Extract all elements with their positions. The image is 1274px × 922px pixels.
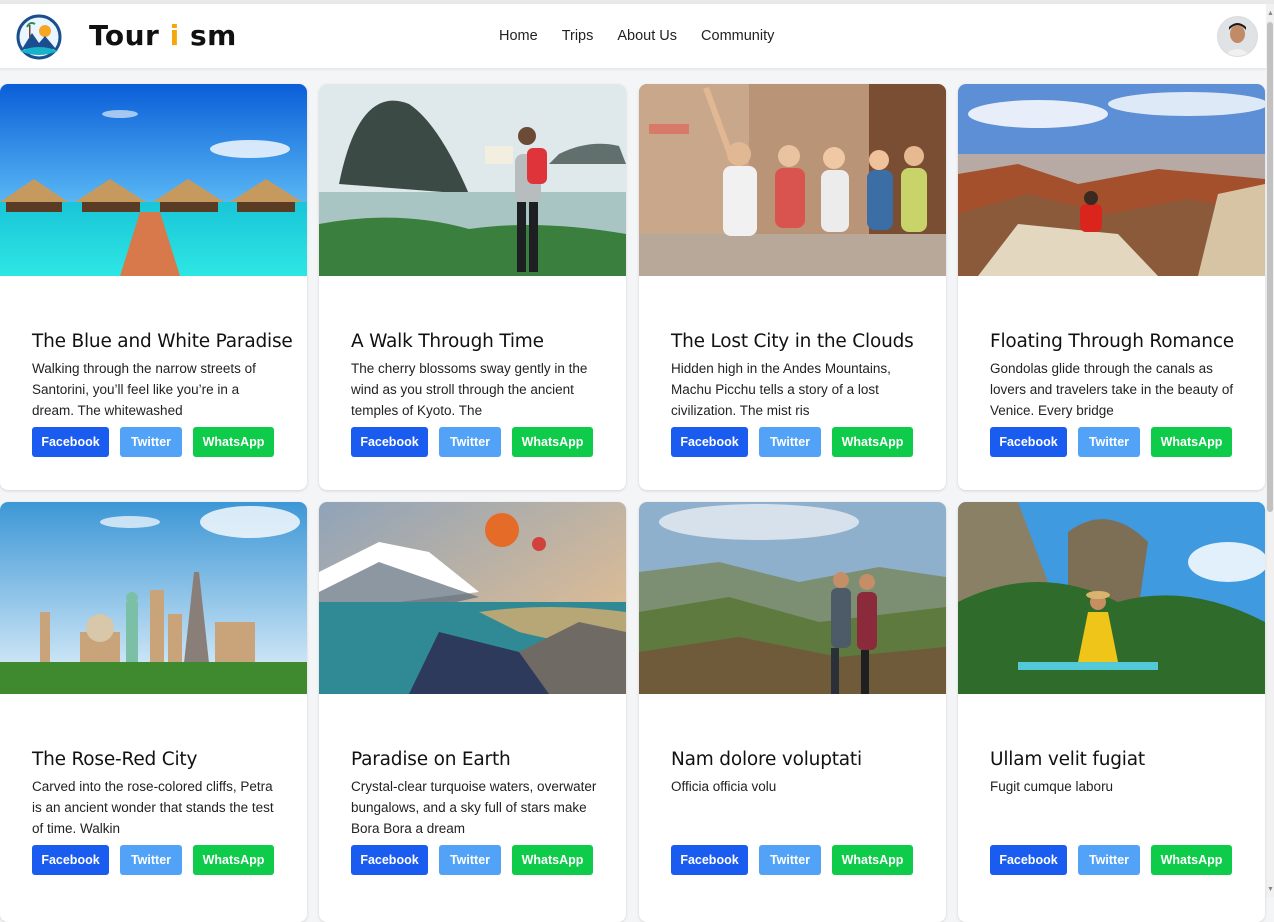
trip-card: The Lost City in the Clouds Hidden high …	[639, 84, 946, 490]
nav-about-us[interactable]: About Us	[617, 28, 677, 44]
brand-name-accent: i	[169, 19, 180, 52]
twitter-share-button[interactable]: Twitter	[439, 845, 501, 875]
twitter-share-button[interactable]: Twitter	[1078, 845, 1140, 875]
share-buttons: Facebook Twitter WhatsApp	[671, 427, 913, 457]
card-title: Nam dolore voluptati	[671, 748, 862, 770]
card-description: Officia officia volu	[671, 778, 777, 794]
whatsapp-share-button[interactable]: WhatsApp	[193, 845, 274, 875]
share-buttons: Facebook Twitter WhatsApp	[990, 845, 1232, 875]
trip-card: Floating Through Romance Gondolas glide …	[958, 84, 1265, 490]
card-title: Paradise on Earth	[351, 748, 511, 770]
nav-trips[interactable]: Trips	[562, 28, 594, 44]
twitter-share-button[interactable]: Twitter	[1078, 427, 1140, 457]
card-description: Gondolas glide through the canals as lov…	[990, 360, 1234, 418]
share-buttons: Facebook Twitter WhatsApp	[671, 845, 913, 875]
share-buttons: Facebook Twitter WhatsApp	[32, 845, 274, 875]
trip-card: Paradise on Earth Crystal-clear turquois…	[319, 502, 626, 922]
card-title: A Walk Through Time	[351, 330, 544, 352]
facebook-share-button[interactable]: Facebook	[351, 845, 428, 875]
card-description: The cherry blossoms sway gently in the w…	[351, 360, 588, 418]
whatsapp-share-button[interactable]: WhatsApp	[193, 427, 274, 457]
nav-community[interactable]: Community	[701, 28, 774, 44]
card-description: Crystal-clear turquoise waters, overwate…	[351, 778, 597, 836]
whatsapp-share-button[interactable]: WhatsApp	[832, 427, 913, 457]
brand-name-part2: sm	[189, 19, 237, 52]
facebook-share-button[interactable]: Facebook	[32, 427, 109, 457]
card-description: Fugit cumque laboru	[990, 778, 1114, 794]
whatsapp-share-button[interactable]: WhatsApp	[512, 427, 593, 457]
whatsapp-share-button[interactable]: WhatsApp	[832, 845, 913, 875]
card-image-world-landmarks	[0, 502, 307, 694]
whatsapp-share-button[interactable]: WhatsApp	[1151, 427, 1232, 457]
scroll-down-icon[interactable]: ▼	[1267, 886, 1274, 894]
navbar: Tour i sm Home Trips About Us Community	[0, 4, 1266, 69]
card-image-balloons-fjord	[319, 502, 626, 694]
twitter-share-button[interactable]: Twitter	[120, 427, 182, 457]
user-avatar[interactable]	[1217, 16, 1258, 57]
page-scrollbar[interactable]: ▲ ▼	[1266, 4, 1274, 897]
trip-card: Nam dolore voluptati Officia officia vol…	[639, 502, 946, 922]
card-image-overwater-bungalows	[0, 84, 307, 276]
card-image-couple-valley	[639, 502, 946, 694]
card-title: Floating Through Romance	[990, 330, 1234, 352]
twitter-share-button[interactable]: Twitter	[759, 427, 821, 457]
facebook-share-button[interactable]: Facebook	[990, 845, 1067, 875]
card-title: The Rose-Red City	[32, 748, 198, 770]
scroll-up-icon[interactable]: ▲	[1267, 10, 1274, 18]
card-description: Walking through the narrow streets of Sa…	[32, 360, 256, 418]
facebook-share-button[interactable]: Facebook	[671, 845, 748, 875]
share-buttons: Facebook Twitter WhatsApp	[990, 427, 1232, 457]
nav-home[interactable]: Home	[499, 28, 538, 44]
twitter-share-button[interactable]: Twitter	[120, 845, 182, 875]
brand-name[interactable]: Tour i sm	[89, 19, 237, 52]
share-buttons: Facebook Twitter WhatsApp	[351, 427, 593, 457]
card-title: The Lost City in the Clouds	[671, 330, 914, 352]
facebook-share-button[interactable]: Facebook	[671, 427, 748, 457]
twitter-share-button[interactable]: Twitter	[759, 845, 821, 875]
card-title: Ullam velit fugiat	[990, 748, 1145, 770]
logo-icon[interactable]	[14, 13, 64, 61]
trip-card: A Walk Through Time The cherry blossoms …	[319, 84, 626, 490]
card-title: The Blue and White Paradise	[32, 330, 293, 352]
twitter-share-button[interactable]: Twitter	[439, 427, 501, 457]
whatsapp-share-button[interactable]: WhatsApp	[512, 845, 593, 875]
card-image-tropical-cliffs	[958, 502, 1265, 694]
brand-name-part1: Tour	[89, 19, 160, 52]
main-nav: Home Trips About Us Community	[499, 28, 774, 44]
trip-card: The Blue and White Paradise Walking thro…	[0, 84, 307, 490]
card-image-tour-group-street	[639, 84, 946, 276]
share-buttons: Facebook Twitter WhatsApp	[32, 427, 274, 457]
trip-card: Ullam velit fugiat Fugit cumque laboru F…	[958, 502, 1265, 922]
share-buttons: Facebook Twitter WhatsApp	[351, 845, 593, 875]
card-image-hiker-coastal-island	[319, 84, 626, 276]
facebook-share-button[interactable]: Facebook	[351, 427, 428, 457]
card-description: Hidden high in the Andes Mountains, Mach…	[671, 360, 891, 418]
trip-card: The Rose-Red City Carved into the rose-c…	[0, 502, 307, 922]
whatsapp-share-button[interactable]: WhatsApp	[1151, 845, 1232, 875]
card-image-canyon-viewpoint	[958, 84, 1265, 276]
facebook-share-button[interactable]: Facebook	[32, 845, 109, 875]
card-description: Carved into the rose-colored cliffs, Pet…	[32, 778, 274, 836]
facebook-share-button[interactable]: Facebook	[990, 427, 1067, 457]
scrollbar-thumb[interactable]	[1267, 22, 1273, 512]
